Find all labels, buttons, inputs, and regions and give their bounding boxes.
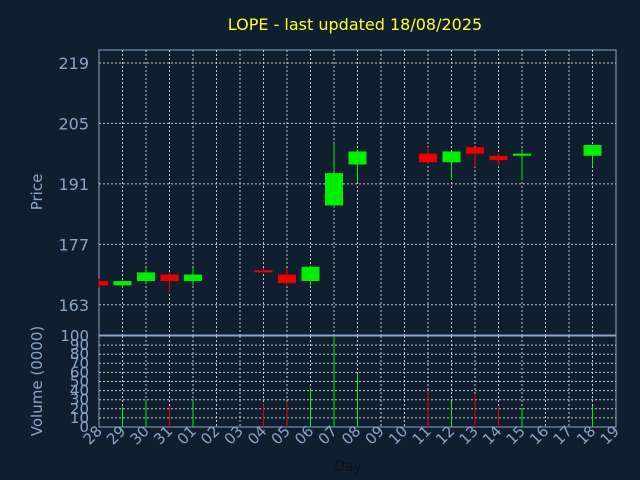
price-axis-label: Price: [28, 174, 46, 211]
chart-title: LOPE - last updated 18/08/2025: [228, 15, 482, 34]
candle-body: [278, 274, 296, 284]
x-tick-label: 18: [573, 422, 599, 448]
x-tick-label: 14: [479, 422, 505, 448]
price-panel: 163 177 191 205 219: [58, 49, 617, 336]
candle-body: [419, 153, 437, 163]
price-tick-label: 163: [58, 296, 89, 315]
volume-axis-label: Volume (0000): [28, 326, 46, 436]
candle-body: [348, 151, 367, 165]
candle-body: [325, 173, 343, 206]
x-tick-label: 06: [291, 422, 317, 448]
candle-body: [513, 153, 531, 156]
candle-body: [442, 151, 461, 163]
price-tick-label: 219: [58, 54, 89, 73]
candles: [98, 142, 602, 292]
x-tick-label: 31: [150, 422, 176, 448]
volume-tick-label: 100: [60, 327, 89, 345]
x-tick-label: 04: [244, 422, 270, 448]
candle-body: [489, 155, 508, 161]
x-tick-label: 16: [526, 422, 552, 448]
price-tick-label: 177: [58, 235, 89, 254]
x-tick-label: 02: [197, 422, 223, 448]
candle-body: [301, 266, 320, 282]
x-tick-label: 10: [385, 422, 411, 448]
volume-axis-ticks: 0102030405060708090100: [60, 327, 89, 436]
x-tick-label: 15: [503, 422, 529, 448]
x-tick-label: 30: [127, 422, 153, 448]
price-axis-ticks: 163 177 191 205 219: [58, 54, 89, 315]
x-tick-label: 01: [174, 422, 200, 448]
x-tick-label: 05: [268, 422, 294, 448]
x-tick-label: 09: [362, 422, 388, 448]
x-axis-ticks: 2829303101020304050607080910111213141516…: [80, 422, 623, 448]
candle-body: [113, 281, 132, 286]
volume-panel: 0102030405060708090100: [60, 327, 617, 436]
candle-body: [254, 270, 273, 273]
candlestick-chart: LOPE - last updated 18/08/2025 163177191…: [28, 15, 623, 475]
price-tick-label: 205: [58, 114, 89, 133]
x-axis-label: Day: [334, 459, 362, 475]
price-tick-label: 191: [58, 175, 89, 194]
x-tick-label: 29: [103, 422, 129, 448]
candle-body: [137, 272, 155, 282]
x-tick-label: 07: [315, 422, 341, 448]
candle-body: [160, 274, 179, 282]
candle-body: [583, 145, 602, 156]
x-tick-label: 19: [597, 422, 623, 448]
x-tick-label: 17: [550, 422, 576, 448]
x-tick-label: 13: [456, 422, 482, 448]
candle-body: [184, 274, 202, 282]
x-tick-label: 11: [409, 422, 435, 448]
price-panel-frame: [98, 49, 617, 336]
x-tick-label: 08: [338, 422, 364, 448]
price-grid: [99, 50, 616, 335]
x-tick-label: 12: [432, 422, 458, 448]
candle-body: [99, 281, 108, 286]
candle-body: [466, 147, 484, 154]
x-tick-label: 03: [221, 422, 247, 448]
